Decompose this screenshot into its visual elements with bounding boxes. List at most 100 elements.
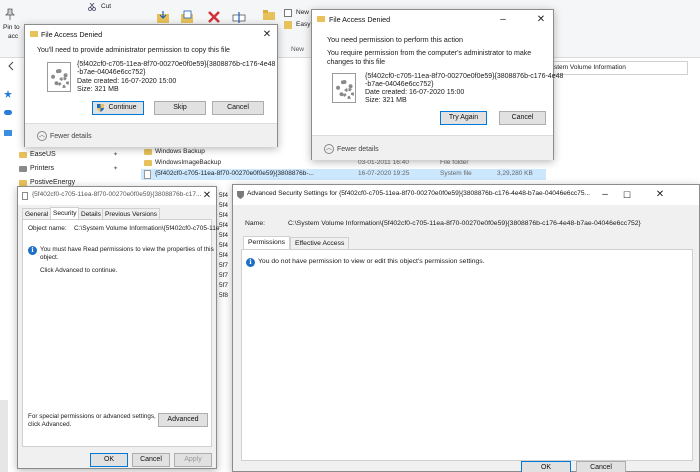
quick-access-star-icon[interactable]	[4, 90, 12, 98]
properties-title: {5f402cf0-c705-11ea-8f70-00270e0f0e59}{3…	[32, 191, 202, 198]
fewer-details-toggle[interactable]: ︿ Fewer details	[37, 131, 92, 141]
chevron-up-icon: ︿	[324, 144, 334, 154]
easy-access-icon[interactable]	[284, 21, 292, 29]
close-icon[interactable]: ✕	[532, 12, 550, 28]
file-row-type: System file	[440, 170, 472, 177]
cut-label[interactable]: Cut	[101, 3, 111, 10]
move-to-icon[interactable]	[156, 10, 170, 24]
dialog-perform-action: File Access Denied – ✕ You need permissi…	[311, 9, 563, 160]
minimize-icon[interactable]: –	[596, 187, 614, 203]
copy-to-icon[interactable]	[180, 10, 194, 24]
system-file-icon	[47, 62, 71, 92]
taskbar-edge	[0, 400, 8, 472]
rename-icon[interactable]	[232, 10, 246, 24]
easy-access-label[interactable]: Easy	[296, 21, 310, 28]
onedrive-icon[interactable]	[4, 110, 12, 115]
nav-item-printers[interactable]: Printers	[30, 165, 54, 172]
dialog-message: changes to this file	[327, 59, 385, 66]
special-permissions-text: For special permissions or advanced sett…	[28, 413, 156, 420]
pin-label[interactable]: Pin to	[3, 24, 20, 31]
new-item-icon[interactable]	[284, 9, 292, 17]
cancel-button[interactable]: Cancel	[499, 111, 546, 125]
dialog-heading: You need permission to perform this acti…	[327, 35, 463, 44]
file-row-type: File folder	[440, 159, 469, 166]
maximize-icon[interactable]: ☐	[618, 187, 636, 203]
pin-small-icon: ✦	[113, 166, 119, 172]
folder-icon	[30, 31, 38, 37]
tab-panel: Object name: C:\System Volume Informatio…	[22, 219, 220, 447]
minimize-icon[interactable]: –	[494, 12, 512, 28]
cancel-button[interactable]: Cancel	[576, 461, 626, 472]
pin-icon[interactable]	[5, 8, 15, 20]
continue-button[interactable]: Continue	[92, 101, 144, 115]
address-bar[interactable]: stem Volume Information	[550, 61, 688, 75]
file-row-name[interactable]: WindowsImageBackup	[155, 159, 221, 166]
ribbon-group-new: New	[291, 46, 305, 53]
read-permission-message: object.	[40, 254, 59, 261]
fragment: 5f4	[219, 192, 229, 199]
try-again-button[interactable]: Try Again	[440, 111, 487, 125]
uac-shield-icon	[97, 104, 104, 112]
skip-button[interactable]: Skip	[154, 101, 206, 115]
thispc-icon[interactable]	[4, 130, 12, 136]
file-icon	[22, 192, 28, 200]
tab-permissions[interactable]: Permissions	[243, 236, 291, 249]
special-permissions-text: click Advanced.	[28, 421, 72, 428]
file-name: {5f402cf0-c705-11ea-8f70-00270e0f0e59}{3…	[77, 61, 276, 68]
file-name: -b7ae-04046e6cc752}	[365, 81, 434, 88]
dialog-copy-denied: File Access Denied ✕ You'll need to prov…	[24, 24, 278, 147]
file-row-name[interactable]: {5f402cf0-c705-11ea-8f70-00270e0f0e59}{3…	[155, 170, 314, 177]
new-item-label[interactable]: New	[296, 9, 309, 16]
title-bar: Advanced Security Settings for {5f402cf0…	[233, 185, 699, 205]
object-name-label: Object name:	[28, 225, 67, 232]
new-folder-icon[interactable]	[262, 9, 276, 21]
delete-icon[interactable]	[207, 10, 221, 24]
cancel-button[interactable]: Cancel	[132, 453, 170, 467]
file-name: -b7ae-04046e6cc752}	[77, 69, 146, 76]
title-bar: File Access Denied ✕	[25, 25, 277, 45]
fragment: 5f7	[219, 282, 229, 289]
file-size: Size: 321 MB	[365, 97, 407, 104]
fragment: 5f8	[219, 292, 229, 299]
read-permission-message: You must have Read permissions to view t…	[40, 246, 214, 253]
folder-icon	[317, 16, 325, 22]
title-bar: File Access Denied – ✕	[312, 10, 553, 30]
info-icon: i	[28, 246, 37, 255]
file-size: Size: 321 MB	[77, 86, 119, 93]
object-name-value: C:\System Volume Information\{5f402cf0-c…	[74, 225, 220, 232]
file-name: {5f402cf0-c705-11ea-8f70-00270e0f0e59}{3…	[365, 73, 564, 80]
file-row-size: 3,29,280 KB	[497, 170, 533, 177]
advanced-hint: Click Advanced to continue.	[40, 267, 118, 274]
back-arrow-icon[interactable]	[6, 61, 16, 71]
dialog-footer: ︿ Fewer details	[312, 135, 553, 160]
file-row-name[interactable]: Windows Backup	[155, 148, 205, 155]
nav-item-easeus[interactable]: EaseUS	[30, 151, 56, 158]
title-bar: {5f402cf0-c705-11ea-8f70-00270e0f0e59}{3…	[18, 187, 216, 205]
tab-effective-access[interactable]: Effective Access	[290, 237, 350, 249]
cancel-button[interactable]: Cancel	[212, 101, 264, 115]
close-icon[interactable]: ✕	[651, 187, 669, 203]
shield-icon	[237, 191, 244, 199]
advanced-button[interactable]: Advanced	[158, 413, 208, 427]
ok-button[interactable]: OK	[90, 453, 128, 467]
dialog-message: You require permission from the computer…	[327, 50, 532, 57]
permissions-panel: i You do not have permission to view or …	[241, 249, 693, 461]
pin-sublabel: acc	[8, 33, 19, 40]
ok-button[interactable]: OK	[521, 461, 571, 472]
pin-small-icon: ✦	[113, 152, 119, 158]
file-date: Date created: 16-07-2020 15:00	[365, 89, 465, 96]
fragment: 5f4	[219, 232, 229, 239]
folder-icon	[144, 149, 152, 155]
file-date: Date created: 16-07-2020 15:00	[77, 78, 177, 85]
close-icon[interactable]: ✕	[198, 188, 216, 204]
no-permission-message: You do not have permission to view or ed…	[258, 258, 485, 265]
cut-icon[interactable]	[88, 2, 96, 11]
system-file-icon	[332, 73, 356, 103]
fragment: 5f4	[219, 252, 229, 259]
name-value: C:\System Volume Information\{5f402cf0-c…	[288, 220, 641, 227]
fewer-details-toggle[interactable]: ︿ Fewer details	[324, 144, 379, 154]
dialog-message: You'll need to provide administrator per…	[37, 47, 230, 54]
fragment: 5f7	[219, 262, 229, 269]
nav-item-postiveenergy[interactable]: PostiveEnergy	[30, 179, 75, 186]
close-icon[interactable]: ✕	[258, 27, 276, 43]
